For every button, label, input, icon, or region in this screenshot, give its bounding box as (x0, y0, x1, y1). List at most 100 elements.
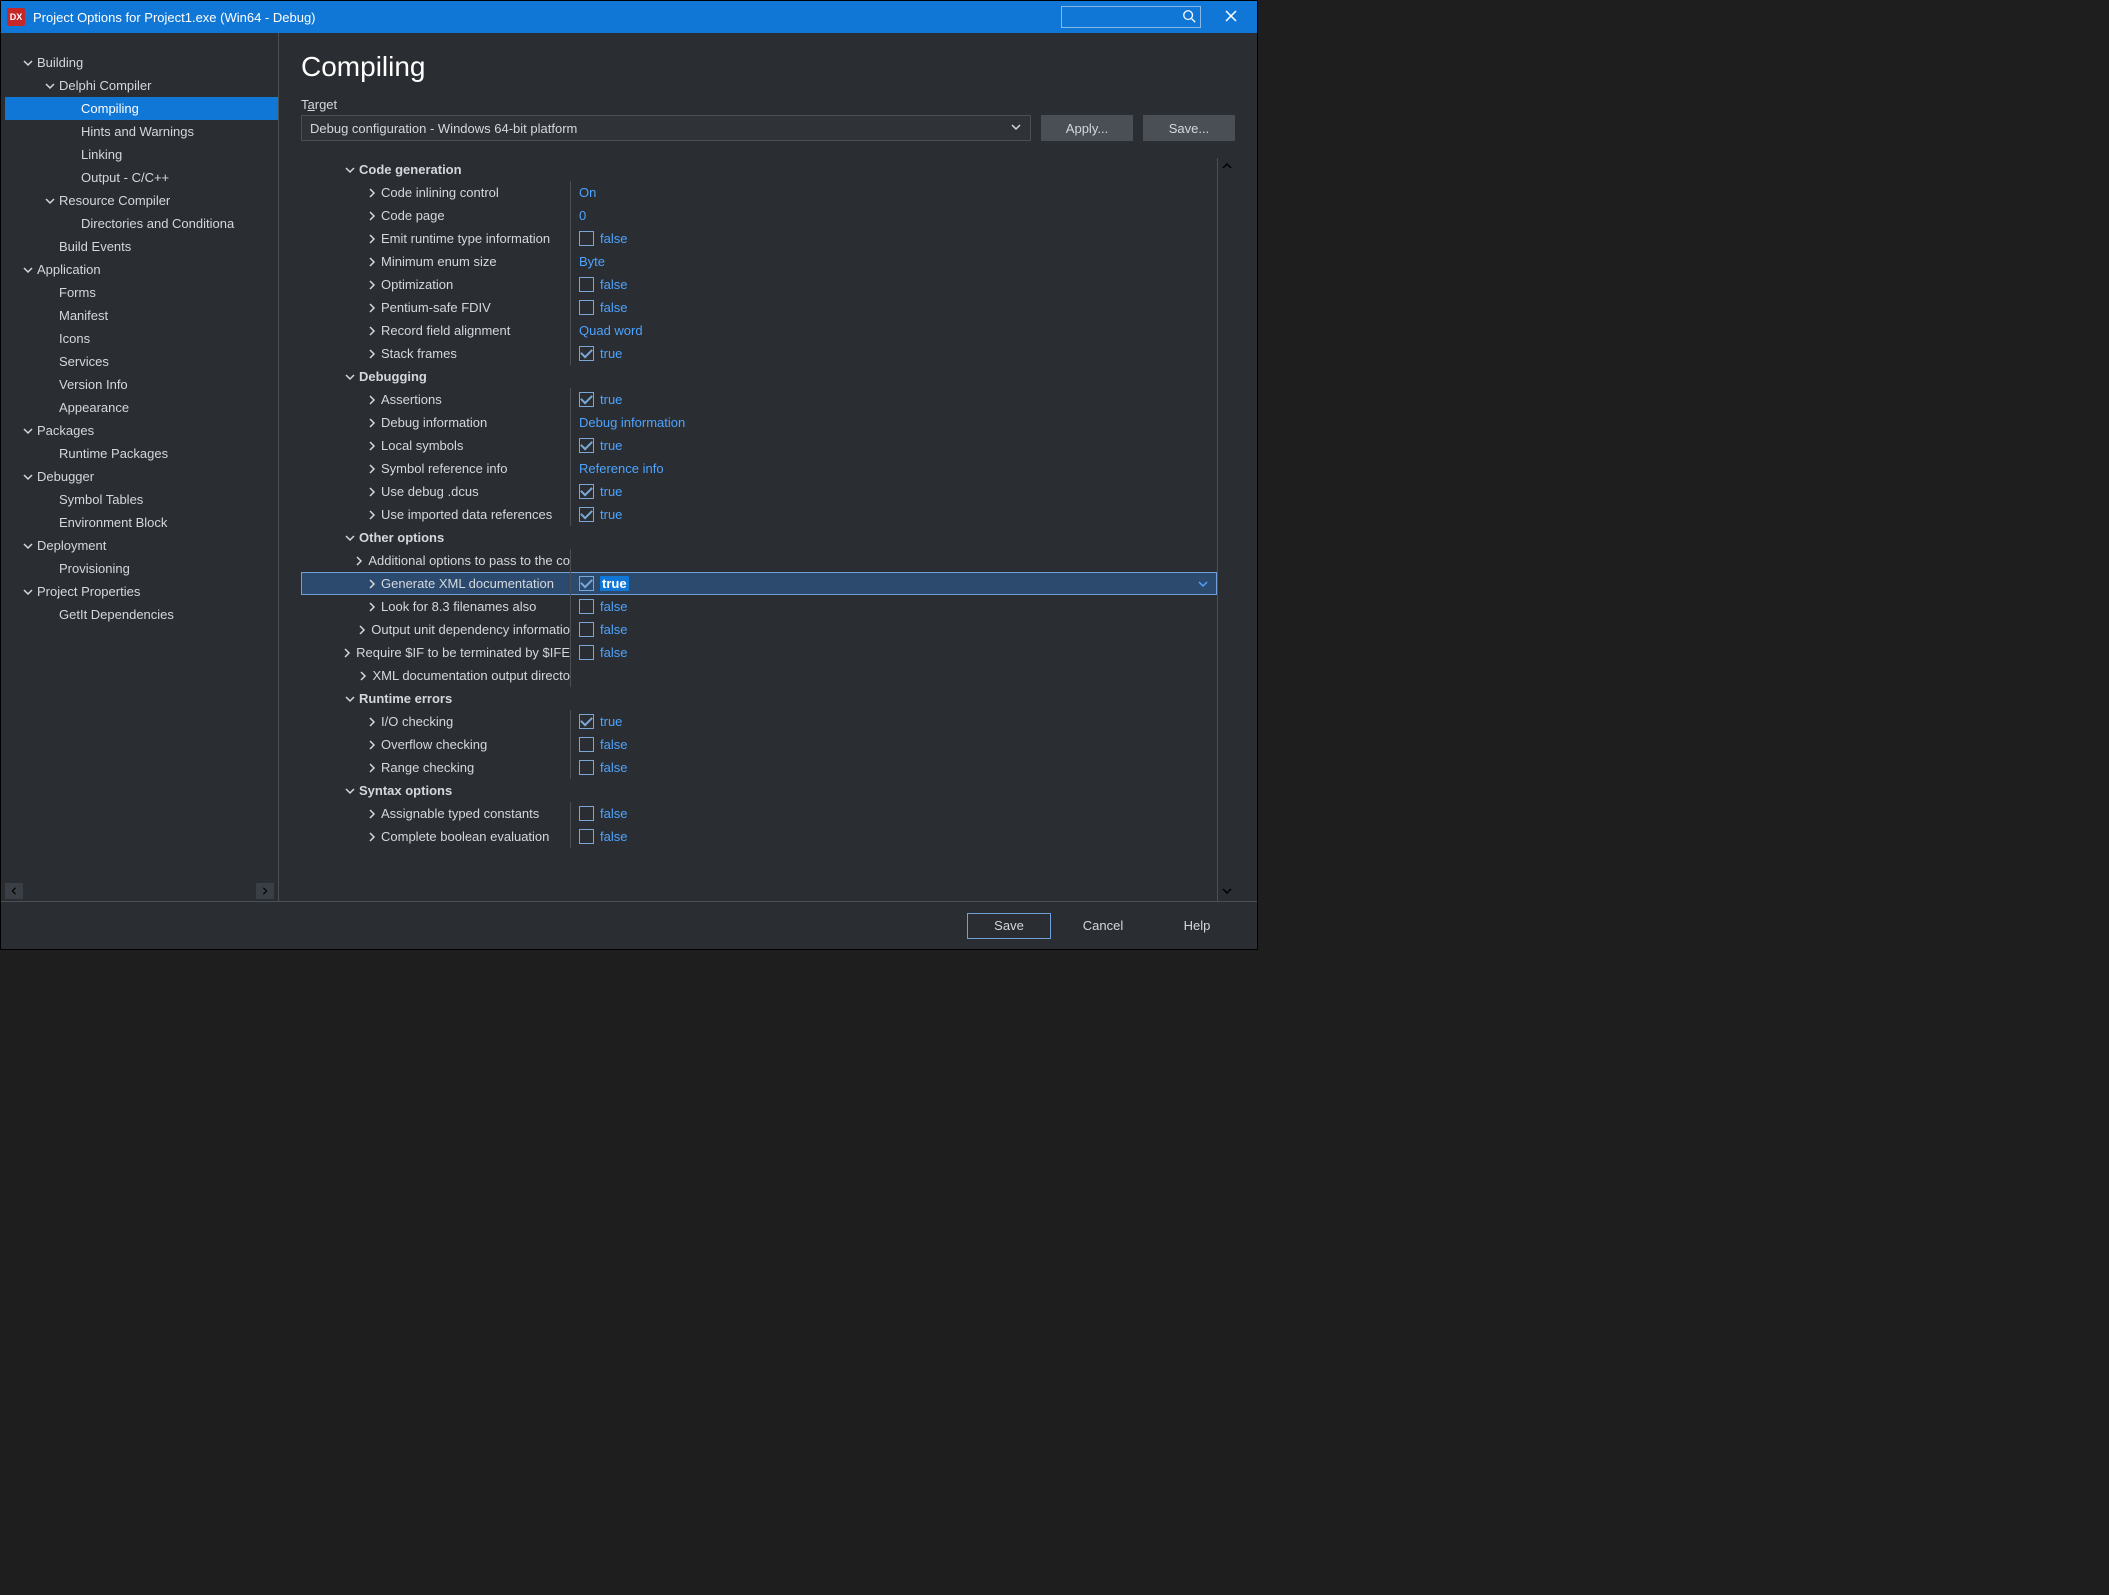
checkbox[interactable] (579, 392, 594, 407)
footer-help-button[interactable]: Help (1155, 913, 1239, 939)
prop-assert[interactable]: Assertionstrue (301, 388, 1217, 411)
prop-imported[interactable]: Use imported data referencestrue (301, 503, 1217, 526)
chevron-down-icon[interactable] (19, 54, 37, 72)
category-syntax[interactable]: Syntax options (301, 779, 1217, 802)
checkbox[interactable] (579, 599, 594, 614)
chevron-right-icon[interactable] (363, 828, 381, 846)
sidebar-item-symbol-tables[interactable]: Symbol Tables (5, 488, 278, 511)
sidebar-item-delphi-compiler[interactable]: Delphi Compiler (5, 74, 278, 97)
sidebar-item-forms[interactable]: Forms (5, 281, 278, 304)
prop-value[interactable]: Reference info (571, 457, 1217, 480)
sidebar-item-getit-deps[interactable]: GetIt Dependencies (5, 603, 278, 626)
chevron-right-icon[interactable] (363, 391, 381, 409)
chevron-right-icon[interactable] (363, 575, 381, 593)
chevron-right-icon[interactable] (363, 207, 381, 225)
checkbox[interactable] (579, 622, 594, 637)
sidebar-item-runtime-packages[interactable]: Runtime Packages (5, 442, 278, 465)
close-button[interactable] (1211, 1, 1251, 33)
prop-reqif[interactable]: Require $IF to be terminated by $IFEfals… (301, 641, 1217, 664)
chevron-down-icon[interactable] (41, 192, 59, 210)
prop-completebool[interactable]: Complete boolean evaluationfalse (301, 825, 1217, 848)
chevron-right-icon[interactable] (363, 483, 381, 501)
prop-value[interactable] (571, 549, 1217, 572)
sidebar-item-packages[interactable]: Packages (5, 419, 278, 442)
prop-dcus[interactable]: Use debug .dcustrue (301, 480, 1217, 503)
checkbox[interactable] (579, 484, 594, 499)
checkbox[interactable] (579, 231, 594, 246)
titlebar-search[interactable] (1061, 6, 1201, 28)
sidebar-item-icons[interactable]: Icons (5, 327, 278, 350)
prop-opt[interactable]: Optimizationfalse (301, 273, 1217, 296)
checkbox[interactable] (579, 277, 594, 292)
properties-vscroll[interactable] (1217, 158, 1235, 901)
prop-value[interactable] (571, 664, 1217, 687)
checkbox[interactable] (579, 346, 594, 361)
chevron-right-icon[interactable] (338, 644, 356, 662)
sidebar-item-resource-compiler[interactable]: Resource Compiler (5, 189, 278, 212)
prop-overflow[interactable]: Overflow checkingfalse (301, 733, 1217, 756)
prop-dbginfo[interactable]: Debug informationDebug information (301, 411, 1217, 434)
nav-tree[interactable]: BuildingDelphi CompilerCompilingHints an… (1, 51, 278, 883)
prop-value[interactable]: Byte (571, 250, 1217, 273)
prop-value[interactable]: Quad word (571, 319, 1217, 342)
prop-enum[interactable]: Minimum enum sizeByte (301, 250, 1217, 273)
prop-value[interactable]: false (571, 618, 1217, 641)
sidebar-item-version-info[interactable]: Version Info (5, 373, 278, 396)
target-combo[interactable]: Debug configuration - Windows 64-bit pla… (301, 115, 1031, 141)
prop-value[interactable]: true (571, 572, 1217, 595)
category-debugging[interactable]: Debugging (301, 365, 1217, 388)
prop-value[interactable]: On (571, 181, 1217, 204)
apply-button[interactable]: Apply... (1041, 115, 1133, 141)
sidebar-item-compiling[interactable]: Compiling (5, 97, 278, 120)
chevron-right-icon[interactable] (363, 506, 381, 524)
prop-value[interactable]: false (571, 756, 1217, 779)
prop-align[interactable]: Record field alignmentQuad word (301, 319, 1217, 342)
chevron-right-icon[interactable] (363, 598, 381, 616)
prop-value[interactable]: false (571, 733, 1217, 756)
category-runtime[interactable]: Runtime errors (301, 687, 1217, 710)
prop-value[interactable]: 0 (571, 204, 1217, 227)
checkbox[interactable] (579, 507, 594, 522)
sidebar-item-building[interactable]: Building (5, 51, 278, 74)
prop-rtti[interactable]: Emit runtime type informationfalse (301, 227, 1217, 250)
prop-value[interactable]: true (571, 503, 1217, 526)
checkbox[interactable] (579, 645, 594, 660)
sidebar-item-deployment[interactable]: Deployment (5, 534, 278, 557)
prop-symref[interactable]: Symbol reference infoReference info (301, 457, 1217, 480)
checkbox[interactable] (579, 806, 594, 821)
chevron-right-icon[interactable] (363, 322, 381, 340)
sidebar-item-appearance[interactable]: Appearance (5, 396, 278, 419)
prop-assignable[interactable]: Assignable typed constantsfalse (301, 802, 1217, 825)
sidebar-item-env-block[interactable]: Environment Block (5, 511, 278, 534)
checkbox[interactable] (579, 714, 594, 729)
sidebar-item-project-properties[interactable]: Project Properties (5, 580, 278, 603)
checkbox[interactable] (579, 576, 594, 591)
prop-io[interactable]: I/O checkingtrue (301, 710, 1217, 733)
chevron-right-icon[interactable] (363, 759, 381, 777)
sidebar-item-build-events[interactable]: Build Events (5, 235, 278, 258)
scroll-left-button[interactable] (5, 883, 23, 899)
sidebar-item-manifest[interactable]: Manifest (5, 304, 278, 327)
checkbox[interactable] (579, 829, 594, 844)
prop-codepage[interactable]: Code page0 (301, 204, 1217, 227)
prop-value[interactable]: true (571, 342, 1217, 365)
chevron-down-icon[interactable] (19, 261, 37, 279)
chevron-right-icon[interactable] (363, 437, 381, 455)
prop-inline[interactable]: Code inlining controlOn (301, 181, 1217, 204)
chevron-right-icon[interactable] (363, 184, 381, 202)
chevron-down-icon[interactable] (341, 690, 359, 708)
prop-value[interactable]: false (571, 273, 1217, 296)
chevron-right-icon[interactable] (363, 414, 381, 432)
category-code-gen[interactable]: Code generation (301, 158, 1217, 181)
sidebar-item-debugger[interactable]: Debugger (5, 465, 278, 488)
chevron-down-icon[interactable] (1195, 576, 1211, 592)
prop-value[interactable]: false (571, 595, 1217, 618)
chevron-right-icon[interactable] (363, 713, 381, 731)
prop-value[interactable]: false (571, 825, 1217, 848)
checkbox[interactable] (579, 760, 594, 775)
chevron-right-icon[interactable] (353, 621, 371, 639)
category-other[interactable]: Other options (301, 526, 1217, 549)
checkbox[interactable] (579, 737, 594, 752)
chevron-down-icon[interactable] (19, 537, 37, 555)
chevron-right-icon[interactable] (363, 276, 381, 294)
